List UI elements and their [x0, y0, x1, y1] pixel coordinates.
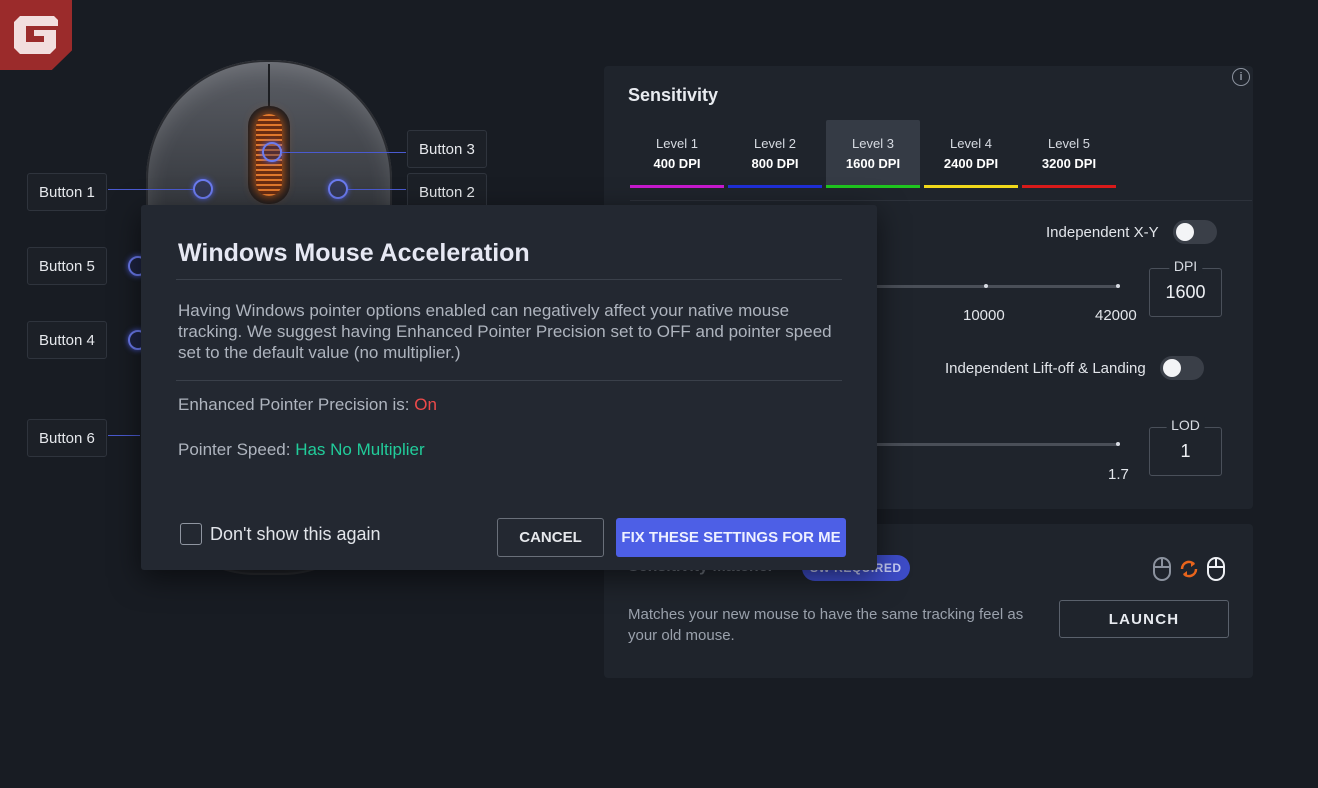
old-mouse-icon: [1153, 557, 1171, 581]
independent-xy-row: Independent X-Y: [1046, 220, 1217, 244]
level-color-bar: [826, 185, 920, 188]
button-1-hotspot[interactable]: [193, 179, 213, 199]
precision-label: Enhanced Pointer Precision is:: [178, 395, 415, 414]
button-3-leader-line: [282, 152, 406, 153]
dialog-divider: [176, 380, 842, 381]
speed-value: Has No Multiplier: [295, 440, 425, 459]
matcher-icons: [1152, 556, 1226, 582]
info-icon[interactable]: i: [1232, 68, 1250, 86]
level-color-bar: [630, 185, 724, 188]
level-name: Level 5: [1048, 136, 1090, 151]
level-name: Level 3: [852, 136, 894, 151]
tab-level-5[interactable]: Level 5 3200 DPI: [1022, 120, 1116, 188]
tab-level-4[interactable]: Level 4 2400 DPI: [924, 120, 1018, 188]
button-5-label[interactable]: Button 5: [27, 247, 107, 285]
liftoff-row: Independent Lift-off & Landing: [945, 356, 1204, 380]
level-dpi: 3200 DPI: [1041, 156, 1097, 171]
level-name: Level 1: [656, 136, 698, 151]
lod-box-label: LOD: [1166, 417, 1205, 433]
cancel-button[interactable]: CANCEL: [497, 518, 604, 557]
sync-arrows-icon: [1180, 560, 1198, 578]
dpi-tick-label: 10000: [963, 307, 1005, 324]
level-color-bar: [728, 185, 822, 188]
button-2-leader-line: [348, 189, 406, 190]
dpi-box-label: DPI: [1168, 258, 1203, 274]
dialog-title: Windows Mouse Acceleration: [178, 239, 530, 267]
dont-show-again-checkbox[interactable]: [180, 523, 202, 545]
level-color-bar: [1022, 185, 1116, 188]
button-3-label[interactable]: Button 3: [407, 130, 487, 168]
divider: [630, 200, 1252, 201]
mouse-acceleration-dialog: Windows Mouse Acceleration Having Window…: [141, 205, 877, 570]
new-mouse-icon: [1207, 557, 1225, 581]
level-dpi: 1600 DPI: [845, 156, 901, 171]
dialog-divider: [176, 279, 842, 280]
button-4-label[interactable]: Button 4: [27, 321, 107, 359]
level-name: Level 2: [754, 136, 796, 151]
precision-status-row: Enhanced Pointer Precision is: On: [178, 395, 437, 415]
brand-logo-icon: [14, 16, 58, 54]
dont-show-again-row[interactable]: Don't show this again: [180, 523, 381, 545]
dpi-tick-dot: [984, 284, 988, 288]
dpi-level-tabs: Level 1 400 DPI Level 2 800 DPI Level 3 …: [630, 120, 1116, 188]
button-6-label[interactable]: Button 6: [27, 419, 107, 457]
level-color-bar: [924, 185, 1018, 188]
tab-level-3[interactable]: Level 3 1600 DPI: [826, 120, 920, 188]
liftoff-toggle[interactable]: [1159, 356, 1204, 380]
button-2-hotspot[interactable]: [328, 179, 348, 199]
dpi-value: 1600: [1165, 282, 1206, 302]
dpi-tick-label: 42000: [1095, 307, 1137, 324]
tab-level-1[interactable]: Level 1 400 DPI: [630, 120, 724, 188]
lod-value: 1: [1180, 441, 1191, 461]
precision-value: On: [414, 395, 437, 414]
launch-button[interactable]: LAUNCH: [1059, 600, 1229, 638]
fix-settings-button[interactable]: FIX THESE SETTINGS FOR ME: [616, 518, 846, 557]
lod-tick-dot: [1116, 442, 1120, 446]
dialog-body-text: Having Windows pointer options enabled c…: [178, 301, 832, 362]
button-6-leader-line: [108, 435, 140, 436]
button-1-leader-line: [108, 189, 194, 190]
dpi-value-field[interactable]: DPI 1600: [1149, 258, 1222, 317]
dpi-tick-dot: [1116, 284, 1120, 288]
button-1-label[interactable]: Button 1: [27, 173, 107, 211]
sensitivity-title: Sensitivity: [628, 85, 719, 105]
matcher-description: Matches your new mouse to have the same …: [628, 606, 1024, 644]
level-dpi: 2400 DPI: [943, 156, 999, 171]
lod-value-field[interactable]: LOD 1: [1149, 417, 1222, 476]
speed-label: Pointer Speed:: [178, 440, 296, 459]
level-name: Level 4: [950, 136, 992, 151]
dont-show-again-label[interactable]: Don't show this again: [210, 524, 381, 545]
level-dpi: 400 DPI: [653, 156, 701, 171]
button-3-hotspot[interactable]: [262, 142, 282, 162]
independent-xy-toggle[interactable]: [1172, 220, 1217, 244]
independent-xy-label: Independent X-Y: [1046, 223, 1159, 241]
liftoff-label: Independent Lift-off & Landing: [945, 359, 1146, 377]
level-dpi: 800 DPI: [751, 156, 799, 171]
speed-status-row: Pointer Speed: Has No Multiplier: [178, 440, 425, 460]
tab-level-2[interactable]: Level 2 800 DPI: [728, 120, 822, 188]
brand-logo: [0, 0, 72, 70]
lod-tick-label: 1.7: [1108, 466, 1129, 483]
